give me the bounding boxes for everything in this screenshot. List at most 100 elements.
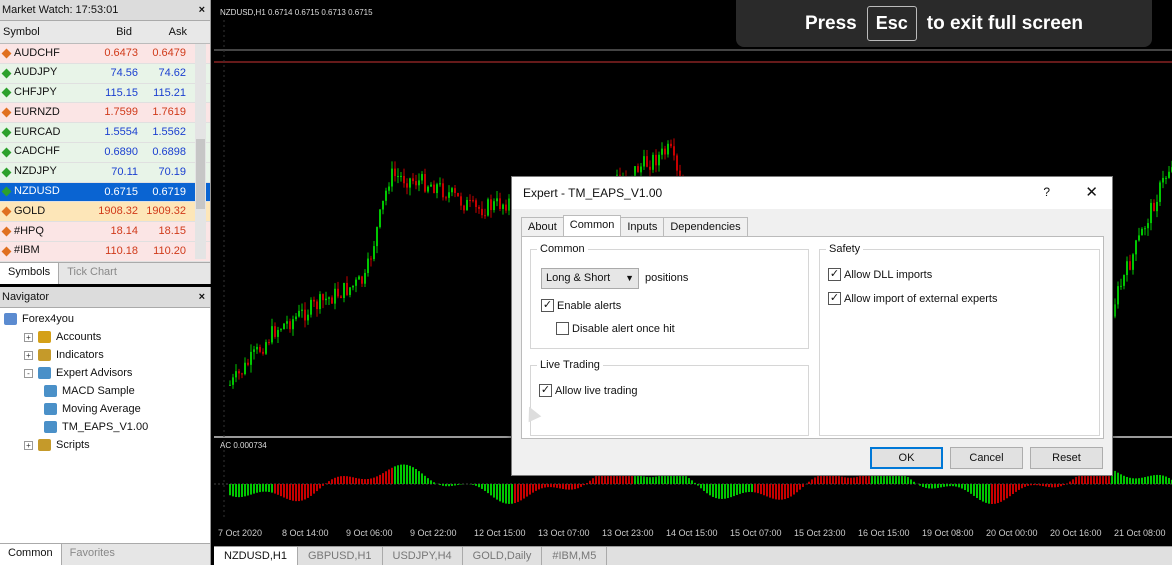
ask-cell: 110.20	[153, 244, 186, 257]
expand-icon[interactable]: +	[24, 350, 33, 360]
oscillator-bar	[412, 467, 414, 484]
disable-alert-once-hit-checkbox[interactable]: Disable alert once hit	[556, 322, 675, 335]
oscillator-bar	[535, 484, 537, 491]
candle-body	[235, 371, 237, 378]
chart-tab[interactable]: USDJPY,H4	[383, 547, 463, 565]
market-watch-row[interactable]: #IBM 110.18 110.20	[0, 241, 210, 262]
oscillator-bar	[685, 476, 687, 484]
oscillator-bar	[268, 484, 270, 492]
candle-body	[484, 215, 486, 217]
candle-body	[508, 198, 510, 211]
candle-body	[481, 208, 483, 216]
market-watch-row[interactable]: #HPQ 18.14 18.15	[0, 222, 210, 242]
tab-favorites[interactable]: Favorites	[62, 544, 123, 565]
reset-button[interactable]: Reset	[1030, 447, 1103, 469]
tab-tick-chart[interactable]: Tick Chart	[59, 263, 125, 284]
tab-about[interactable]: About	[521, 217, 564, 237]
market-watch-row[interactable]: NZDJPY 70.11 70.19	[0, 162, 210, 183]
ask-column-header[interactable]: Ask	[132, 21, 187, 43]
scrollbar-thumb[interactable]	[196, 139, 205, 209]
market-watch-row[interactable]: GOLD 1908.32 1909.32	[0, 202, 210, 223]
expand-icon[interactable]: +	[24, 332, 33, 342]
navigator-item[interactable]: + Indicators	[0, 346, 210, 364]
tab-common[interactable]: Common	[0, 544, 62, 565]
checkbox-checked-icon[interactable]: ✓	[539, 384, 552, 397]
scrollbar[interactable]	[195, 44, 206, 259]
candle-body	[454, 188, 456, 194]
tab-symbols[interactable]: Symbols	[0, 263, 60, 284]
tab-inputs[interactable]: Inputs	[620, 217, 665, 237]
market-watch-row[interactable]: AUDJPY 74.56 74.62	[0, 63, 210, 84]
oscillator-bar	[1000, 484, 1002, 502]
navigator-item[interactable]: + Scripts	[0, 436, 210, 454]
checkbox-checked-icon[interactable]: ✓	[828, 292, 841, 305]
oscillator-bar	[565, 484, 567, 490]
market-watch-row[interactable]: NZDUSD 0.6715 0.6719	[0, 182, 210, 203]
oscillator-bar	[688, 478, 690, 484]
navigator-item[interactable]: + Accounts	[0, 328, 210, 346]
candle-body	[301, 309, 303, 311]
chart-tab[interactable]: GBPUSD,H1	[298, 547, 383, 565]
oscillator-bar	[454, 484, 456, 486]
allow-dll-imports-checkbox[interactable]: ✓ Allow DLL imports	[828, 268, 932, 281]
common-group: Common Long & Short ▼ positions ✓ Enable…	[530, 243, 809, 349]
oscillator-bar	[385, 471, 387, 484]
price-down-icon	[1, 107, 12, 118]
close-icon[interactable]: ×	[199, 287, 205, 308]
help-icon[interactable]: ?	[1043, 185, 1050, 199]
oscillator-bar	[547, 484, 549, 488]
tab-common[interactable]: Common	[562, 215, 622, 237]
oscillator-bar	[961, 484, 963, 489]
candle-body	[1159, 182, 1161, 202]
candle-body	[1147, 223, 1149, 229]
oscillator-bar	[1012, 484, 1014, 495]
oscillator-bar	[1042, 484, 1044, 487]
navigator-item[interactable]: Moving Average	[0, 400, 210, 418]
candle-body	[445, 197, 447, 199]
symbol-column-header[interactable]: Symbol	[0, 21, 98, 43]
oscillator-bar	[1117, 472, 1119, 484]
tab-dependencies[interactable]: Dependencies	[663, 217, 748, 237]
market-watch-row[interactable]: EURCAD 1.5554 1.5562	[0, 123, 210, 143]
ok-button[interactable]: OK	[870, 447, 943, 469]
enable-alerts-checkbox[interactable]: ✓ Enable alerts	[541, 299, 621, 312]
candle-body	[1120, 285, 1122, 287]
close-icon[interactable]: ✕	[1085, 183, 1098, 201]
checkbox-checked-icon[interactable]: ✓	[828, 268, 841, 281]
expand-icon[interactable]: +	[24, 440, 33, 450]
oscillator-bar	[727, 484, 729, 499]
navigator-tree: Forex4you + Accounts + Indicators - Expert Adv…	[0, 308, 210, 454]
time-axis-label: 15 Oct 23:00	[794, 528, 846, 538]
navigator-item[interactable]: MACD Sample	[0, 382, 210, 400]
oscillator-bar	[787, 484, 789, 499]
positions-dropdown[interactable]: Long & Short ▼	[541, 268, 639, 289]
chart-tab[interactable]: #IBM,M5	[542, 547, 608, 565]
market-watch-row[interactable]: CHFJPY 115.15 115.21	[0, 83, 210, 104]
checkbox-checked-icon[interactable]: ✓	[541, 299, 554, 312]
chart-tab[interactable]: NZDUSD,H1	[214, 547, 298, 565]
allow-external-experts-checkbox[interactable]: ✓ Allow import of external experts	[828, 292, 997, 305]
close-icon[interactable]: ×	[199, 0, 205, 21]
oscillator-bar	[649, 477, 651, 484]
checkbox-unchecked-icon[interactable]	[556, 322, 569, 335]
symbol-cell: GOLD	[0, 202, 98, 221]
navigator-item[interactable]: - Expert Advisors	[0, 364, 210, 382]
candle-body	[1153, 202, 1155, 212]
candle-body	[247, 362, 249, 365]
cancel-button[interactable]: Cancel	[950, 447, 1023, 469]
oscillator-bar	[712, 484, 714, 497]
navigator-item[interactable]: Forex4you	[0, 310, 210, 328]
market-watch-row[interactable]: AUDCHF 0.6473 0.6479	[0, 44, 210, 64]
oscillator-bar	[733, 484, 735, 497]
market-watch-row[interactable]: EURNZD 1.7599 1.7619	[0, 103, 210, 124]
oscillator-bar	[244, 484, 246, 497]
allow-live-trading-checkbox[interactable]: ✓ Allow live trading	[539, 384, 638, 397]
bid-column-header[interactable]: Bid	[98, 21, 132, 43]
collapse-icon[interactable]: -	[24, 368, 33, 378]
navigator-item[interactable]: TM_EAPS_V1.00	[0, 418, 210, 436]
candle-body	[439, 183, 441, 185]
chart-tab[interactable]: GOLD,Daily	[463, 547, 543, 565]
navigator-item-label: TM_EAPS_V1.00	[62, 421, 149, 433]
oscillator-bar	[595, 475, 597, 484]
market-watch-row[interactable]: CADCHF 0.6890 0.6898	[0, 142, 210, 163]
